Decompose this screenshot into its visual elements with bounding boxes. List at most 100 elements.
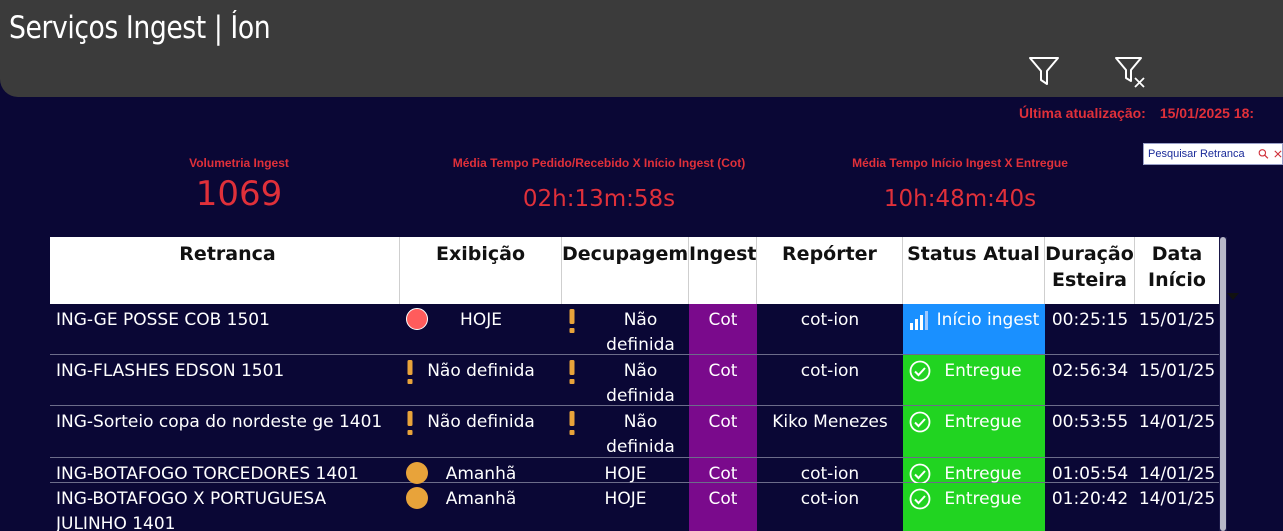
exclamation-icon bbox=[407, 411, 413, 435]
table-row[interactable]: ING-FLASHES EDSON 1501 Não definida Não de… bbox=[50, 355, 1219, 406]
check-circle-icon bbox=[909, 463, 931, 485]
header-bar: Serviços Ingest | Íon bbox=[0, 0, 1283, 97]
exclamation-icon bbox=[569, 309, 575, 333]
cell-data-text: 15/01/25 bbox=[1138, 310, 1216, 330]
col-exibicao[interactable]: Exibição bbox=[400, 237, 562, 304]
cell-duracao: 01:05:54 bbox=[1045, 458, 1135, 484]
cell-duracao-text: 01:05:54 bbox=[1051, 464, 1129, 484]
cell-exibicao: Não definida bbox=[400, 406, 562, 457]
last-update: Última atualização: 15/01/2025 18: bbox=[1019, 105, 1254, 121]
cell-reporter-text: Kiko Menezes bbox=[772, 412, 888, 432]
cell-exibicao: HOJE bbox=[400, 304, 562, 354]
ingest-table: Retranca Exibição Decupagem Ingest Repór… bbox=[50, 237, 1239, 531]
status-dot-orange-icon bbox=[406, 487, 428, 509]
cell-data-text: 15/01/25 bbox=[1138, 361, 1216, 381]
cell-reporter-text: cot-ion bbox=[800, 464, 860, 484]
kpi-value: 02h:13m:58s bbox=[522, 186, 676, 212]
cell-decupagem-text: HOJE bbox=[604, 489, 647, 509]
cell-data-inicio: 15/01/25 bbox=[1135, 355, 1219, 405]
search-input[interactable] bbox=[1148, 148, 1256, 160]
cell-retranca: ING-Sorteio copa do nordeste ge 1401 bbox=[50, 406, 400, 457]
status-dot-orange-icon bbox=[406, 462, 428, 484]
table-row[interactable]: ING-GE POSSE COB 1501 HOJE Não definida Cot… bbox=[50, 304, 1219, 355]
col-decupagem[interactable]: Decupagem bbox=[562, 237, 689, 304]
col-data-inicio[interactable]: Data Início bbox=[1135, 237, 1239, 304]
kpi-value: 10h:48m:40s bbox=[883, 186, 1037, 212]
cell-status-text: Entregue bbox=[944, 489, 1022, 509]
cell-decupagem-text: Não definida bbox=[606, 310, 675, 355]
exclamation-icon bbox=[569, 411, 575, 435]
cell-data-inicio: 14/01/25 bbox=[1135, 483, 1219, 531]
cell-reporter: cot-ion bbox=[757, 355, 903, 405]
table-row[interactable]: ING-Sorteio copa do nordeste ge 1401 Não … bbox=[50, 406, 1219, 458]
kpi-volumetria: Volumetria Ingest 1069 bbox=[168, 156, 310, 214]
cell-retranca-text: ING-Sorteio copa do nordeste ge 1401 bbox=[56, 412, 383, 432]
cell-data-text: 14/01/25 bbox=[1138, 412, 1216, 432]
kpi-label: Média Tempo Início Ingest X Entregue bbox=[852, 156, 1068, 170]
table-body: ING-GE POSSE COB 1501 HOJE Não definida Cot… bbox=[50, 304, 1219, 531]
col-duracao-esteira[interactable]: Duração Esteira bbox=[1045, 237, 1135, 304]
cell-exibicao-text: Amanhã bbox=[445, 489, 517, 509]
cell-reporter-text: cot-ion bbox=[800, 310, 860, 330]
check-circle-icon bbox=[909, 488, 931, 510]
cell-decupagem: Não definida bbox=[562, 304, 689, 355]
cell-duracao-text: 00:53:55 bbox=[1051, 412, 1129, 432]
cell-duracao-text: 00:25:15 bbox=[1051, 310, 1129, 330]
kpi-value: 1069 bbox=[195, 174, 283, 214]
cell-duracao: 01:20:42 bbox=[1045, 483, 1135, 531]
cell-decupagem: Não definida bbox=[562, 406, 689, 457]
col-data-inicio-label: Data Início bbox=[1148, 243, 1206, 291]
cell-exibicao: Não definida bbox=[400, 355, 562, 405]
kpi-tempo-entregue: Média Tempo Início Ingest X Entregue 10h… bbox=[820, 156, 1100, 212]
cell-status: Início ingest bbox=[903, 304, 1045, 354]
cell-decupagem-text: Não definida bbox=[606, 361, 675, 406]
exclamation-icon bbox=[407, 360, 413, 384]
kpi-label: Média Tempo Pedido/Recebido X Início Ing… bbox=[452, 156, 746, 170]
search-icon[interactable] bbox=[1258, 147, 1269, 161]
cell-reporter: cot-ion bbox=[757, 458, 903, 484]
close-icon[interactable] bbox=[1274, 149, 1282, 159]
cell-duracao: 02:56:34 bbox=[1045, 355, 1135, 405]
cell-ingest: Cot bbox=[689, 355, 757, 405]
cell-data-text: 14/01/25 bbox=[1138, 489, 1216, 509]
cell-ingest-text: Cot bbox=[708, 464, 738, 484]
cell-exibicao-text: Não definida bbox=[427, 412, 535, 432]
clear-filter-icon[interactable] bbox=[1113, 52, 1147, 90]
col-status-atual[interactable]: Status Atual bbox=[903, 237, 1045, 304]
kpi-label: Volumetria Ingest bbox=[189, 156, 289, 170]
cell-retranca-text: ING-FLASHES EDSON 1501 bbox=[56, 361, 285, 381]
cell-ingest: Cot bbox=[689, 483, 757, 531]
cell-ingest: Cot bbox=[689, 458, 757, 484]
cell-reporter-text: cot-ion bbox=[800, 489, 860, 509]
cell-data-inicio: 14/01/25 bbox=[1135, 458, 1219, 484]
cell-exibicao-text: HOJE bbox=[460, 310, 502, 330]
kpi-tempo-pedido: Média Tempo Pedido/Recebido X Início Ing… bbox=[430, 156, 768, 212]
cell-reporter: cot-ion bbox=[757, 304, 903, 354]
col-reporter[interactable]: Repórter bbox=[757, 237, 903, 304]
last-update-value: 15/01/2025 18: bbox=[1159, 105, 1255, 121]
last-update-label: Última atualização: bbox=[1019, 105, 1146, 121]
table-row[interactable]: ING-BOTAFOGO X PORTUGUESA JULINHO 1401 Am… bbox=[50, 483, 1219, 531]
col-ingest[interactable]: Ingest bbox=[689, 237, 757, 304]
status-dot-red-icon bbox=[406, 308, 428, 330]
cell-ingest-text: Cot bbox=[708, 489, 738, 509]
cell-retranca-text: ING-GE POSSE COB 1501 bbox=[56, 310, 270, 330]
col-retranca[interactable]: Retranca bbox=[50, 237, 400, 304]
cell-status: Entregue bbox=[903, 406, 1045, 457]
check-circle-icon bbox=[909, 411, 931, 433]
cell-retranca-text: ING-BOTAFOGO X PORTUGUESA JULINHO 1401 bbox=[56, 489, 327, 531]
cell-decupagem: Não definida bbox=[562, 355, 689, 406]
check-circle-icon bbox=[909, 360, 931, 382]
cell-data-inicio: 15/01/25 bbox=[1135, 304, 1219, 354]
cell-ingest: Cot bbox=[689, 304, 757, 354]
cell-data-inicio: 14/01/25 bbox=[1135, 406, 1219, 457]
cell-retranca: ING-BOTAFOGO X PORTUGUESA JULINHO 1401 bbox=[50, 483, 400, 531]
sort-descending-icon[interactable] bbox=[1227, 293, 1239, 300]
cell-ingest-text: Cot bbox=[708, 361, 738, 381]
cell-ingest-text: Cot bbox=[708, 310, 738, 330]
table-row[interactable]: ING-BOTAFOGO TORCEDORES 1401 Amanhã HOJE Co… bbox=[50, 458, 1219, 485]
search-box[interactable] bbox=[1143, 143, 1283, 165]
filter-icon[interactable] bbox=[1027, 52, 1061, 90]
cell-reporter: cot-ion bbox=[757, 483, 903, 531]
scrollbar-thumb[interactable] bbox=[1220, 237, 1226, 531]
